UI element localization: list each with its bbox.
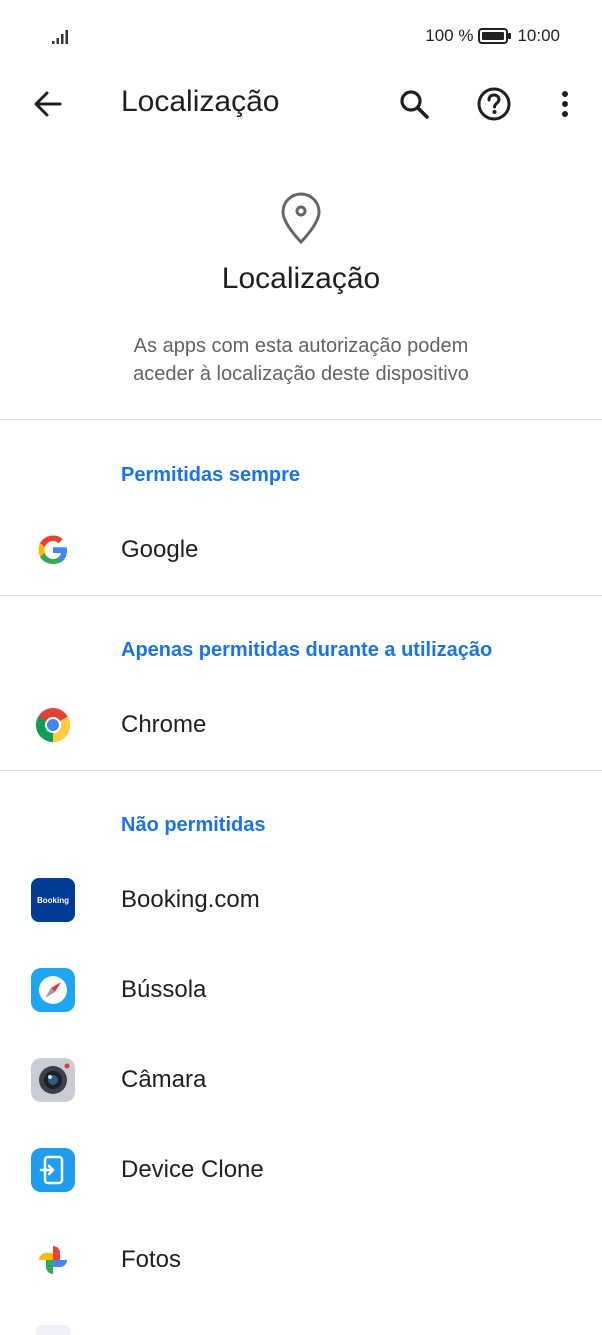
app-row-compass[interactable]: Bússola [0,950,602,1030]
app-label: Câmara [121,1066,207,1093]
battery-icon [478,28,512,44]
signal-icon [52,30,68,44]
app-row-device-clone[interactable]: Device Clone [0,1130,602,1210]
chrome-icon [36,708,70,742]
status-right: 100 % 10:00 [425,26,560,46]
description-line-1: As apps com esta autorização podem [133,335,469,357]
back-arrow-icon[interactable] [28,84,68,124]
section-title-while-using: Apenas permitidas durante a utilização [121,639,493,661]
description-line-2: aceder à localização deste dispositivo [133,363,469,385]
battery-percent: 100 % [425,26,474,45]
photos-icon [39,1246,67,1274]
permission-header: Localização As apps com esta autorização… [0,190,602,388]
divider [0,595,602,596]
more-vert-icon[interactable] [549,84,581,124]
clock: 10:00 [517,26,560,45]
section-title-always: Permitidas sempre [121,464,300,486]
svg-text:Booking: Booking [37,896,69,905]
divider [0,419,602,420]
app-label: Google [121,536,199,563]
device-clone-icon [31,1148,75,1192]
google-icon [38,535,67,564]
app-row-photos[interactable]: Fotos [0,1220,602,1300]
app-row-camera[interactable]: Câmara [0,1040,602,1120]
compass-icon [31,968,75,1012]
status-bar: 100 % 10:00 [0,0,602,72]
app-row-booking[interactable]: Booking Booking.com [0,860,602,940]
camera-icon [31,1058,75,1102]
app-label: Bússola [121,976,207,1003]
booking-icon: Booking [31,878,75,922]
partial-app-icon [36,1325,70,1335]
divider [0,770,602,771]
app-row-chrome[interactable]: Chrome [0,685,602,765]
section-title-denied: Não permitidas [121,814,266,836]
page-title: Localização [121,85,280,118]
app-label: Device Clone [121,1156,264,1183]
location-pin-icon [281,192,321,245]
header-description: As apps com esta autorização podem acede… [0,332,602,388]
search-icon[interactable] [394,84,434,124]
toolbar: Localização [0,72,602,136]
help-icon[interactable] [474,84,514,124]
app-label: Booking.com [121,886,260,913]
app-label: Chrome [121,711,207,738]
app-label: Fotos [121,1246,182,1273]
app-row-google[interactable]: Google [0,510,602,590]
header-title: Localização [221,262,381,295]
